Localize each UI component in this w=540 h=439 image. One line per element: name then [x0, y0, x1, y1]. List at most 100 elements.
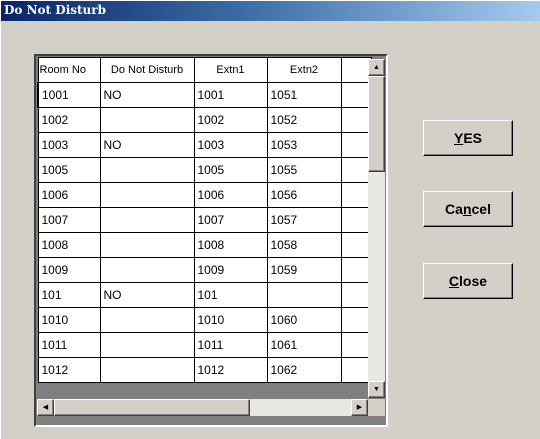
extn1-cell[interactable]: 101	[193, 282, 268, 308]
do-not-disturb-cell[interactable]	[99, 207, 195, 233]
cancel-accelerator: n	[462, 201, 472, 217]
extra-cell[interactable]	[340, 182, 372, 208]
extn2-cell[interactable]: 1055	[266, 157, 342, 183]
room-grid[interactable]: Room No Do Not Disturb Extn1 Extn2 1001 N…	[34, 54, 388, 427]
extra-cell[interactable]	[340, 332, 372, 358]
extn1-cell[interactable]: 1012	[193, 357, 268, 383]
column-header-extra	[340, 57, 372, 83]
do-not-disturb-cell[interactable]: NO	[99, 282, 195, 308]
room-no-cell[interactable]: 1009	[37, 257, 101, 283]
extn1-cell[interactable]: 1001	[193, 82, 268, 108]
triangle-down-icon: ▼	[373, 386, 380, 393]
table-row[interactable]: 1009 1009 1059	[37, 257, 372, 283]
extn2-cell[interactable]: 1056	[266, 182, 342, 208]
extn1-cell[interactable]: 1002	[193, 107, 268, 133]
extn1-cell[interactable]: 1005	[193, 157, 268, 183]
title-bar[interactable]: Do Not Disturb	[1, 1, 540, 21]
vertical-scroll-thumb[interactable]	[368, 76, 385, 172]
column-header-do-not-disturb[interactable]: Do Not Disturb	[99, 57, 195, 83]
yes-button[interactable]: YES	[423, 120, 513, 156]
do-not-disturb-cell[interactable]: NO	[99, 82, 195, 108]
extn2-cell[interactable]: 1052	[266, 107, 342, 133]
table-row[interactable]: 1008 1008 1058	[37, 232, 372, 258]
table-row[interactable]: 101 NO 101	[37, 282, 372, 308]
table-row[interactable]: 1005 1005 1055	[37, 157, 372, 183]
room-no-cell[interactable]: 1006	[37, 182, 101, 208]
table-row[interactable]: 1012 1012 1062	[37, 357, 372, 383]
table-row[interactable]: 1006 1006 1056	[37, 182, 372, 208]
extra-cell[interactable]	[340, 107, 372, 133]
table-row[interactable]: 1003 NO 1003 1053	[37, 132, 372, 158]
table-row[interactable]: 1001 NO 1001 1051	[37, 82, 372, 108]
extn1-cell[interactable]: 1006	[193, 182, 268, 208]
table-row[interactable]: 1002 1002 1052	[37, 107, 372, 133]
room-no-cell[interactable]: 1012	[37, 357, 101, 383]
scroll-right-button[interactable]: ▶	[351, 399, 368, 416]
room-no-cell[interactable]: 1001	[37, 82, 101, 108]
horizontal-scroll-thumb[interactable]	[54, 399, 250, 416]
horizontal-scrollbar[interactable]: ◀ ▶	[37, 399, 368, 416]
extra-cell[interactable]	[340, 232, 372, 258]
extn2-cell[interactable]: 1059	[266, 257, 342, 283]
room-no-cell[interactable]: 1007	[37, 207, 101, 233]
do-not-disturb-cell[interactable]	[99, 357, 195, 383]
scroll-up-button[interactable]: ▲	[368, 59, 385, 76]
cancel-button[interactable]: Cancel	[423, 191, 513, 227]
extra-cell[interactable]	[340, 257, 372, 283]
table-row[interactable]: 1011 1011 1061	[37, 332, 372, 358]
extn1-cell[interactable]: 1009	[193, 257, 268, 283]
do-not-disturb-cell[interactable]	[99, 332, 195, 358]
room-no-cell[interactable]: 1005	[37, 157, 101, 183]
extn1-cell[interactable]: 1008	[193, 232, 268, 258]
extn2-cell[interactable]: 1062	[266, 357, 342, 383]
room-no-cell[interactable]: 1003	[37, 132, 101, 158]
room-no-cell[interactable]: 101	[37, 282, 101, 308]
scroll-down-button[interactable]: ▼	[368, 381, 385, 398]
extra-cell[interactable]	[340, 82, 372, 108]
scrollbar-corner	[368, 399, 385, 416]
extn2-cell[interactable]: 1051	[266, 82, 342, 108]
room-no-cell[interactable]: 1008	[37, 232, 101, 258]
extn2-cell[interactable]: 1061	[266, 332, 342, 358]
extn2-cell[interactable]: 1058	[266, 232, 342, 258]
do-not-disturb-cell[interactable]	[99, 182, 195, 208]
extn1-cell[interactable]: 1010	[193, 307, 268, 333]
close-label: lose	[459, 273, 488, 289]
extn2-cell[interactable]	[266, 282, 342, 308]
do-not-disturb-cell[interactable]	[99, 232, 195, 258]
cancel-label-end: cel	[471, 201, 491, 217]
do-not-disturb-cell[interactable]	[99, 107, 195, 133]
extn1-cell[interactable]: 1007	[193, 207, 268, 233]
scroll-left-button[interactable]: ◀	[37, 399, 54, 416]
extn2-cell[interactable]: 1060	[266, 307, 342, 333]
table-row[interactable]: 1007 1007 1057	[37, 207, 372, 233]
vertical-scrollbar[interactable]: ▲ ▼	[368, 59, 385, 398]
room-no-cell[interactable]: 1002	[37, 107, 101, 133]
do-not-disturb-cell[interactable]	[99, 307, 195, 333]
extn1-cell[interactable]: 1003	[193, 132, 268, 158]
do-not-disturb-cell[interactable]	[99, 157, 195, 183]
extn2-cell[interactable]: 1057	[266, 207, 342, 233]
extra-cell[interactable]	[340, 207, 372, 233]
room-no-cell[interactable]: 1011	[37, 332, 101, 358]
room-no-cell[interactable]: 1010	[37, 307, 101, 333]
extra-cell[interactable]	[340, 132, 372, 158]
extra-cell[interactable]	[340, 282, 372, 308]
extn1-cell[interactable]: 1011	[193, 332, 268, 358]
table-row[interactable]: 1010 1010 1060	[37, 307, 372, 333]
extra-cell[interactable]	[340, 357, 372, 383]
column-header-extn1[interactable]: Extn1	[193, 57, 268, 83]
extn2-cell[interactable]: 1053	[266, 132, 342, 158]
extra-cell[interactable]	[340, 157, 372, 183]
triangle-left-icon: ◀	[42, 404, 49, 411]
extra-cell[interactable]	[340, 307, 372, 333]
close-button[interactable]: Close	[423, 263, 513, 299]
do-not-disturb-cell[interactable]	[99, 257, 195, 283]
grid-header-row: Room No Do Not Disturb Extn1 Extn2	[37, 57, 372, 83]
do-not-disturb-cell[interactable]: NO	[99, 132, 195, 158]
column-header-room-no[interactable]: Room No	[37, 57, 101, 83]
dialog-window: Do Not Disturb Room No Do Not Disturb Ex…	[0, 0, 540, 439]
grid-table: Room No Do Not Disturb Extn1 Extn2 1001 N…	[37, 57, 372, 383]
yes-label: ES	[463, 130, 483, 146]
column-header-extn2[interactable]: Extn2	[266, 57, 342, 83]
